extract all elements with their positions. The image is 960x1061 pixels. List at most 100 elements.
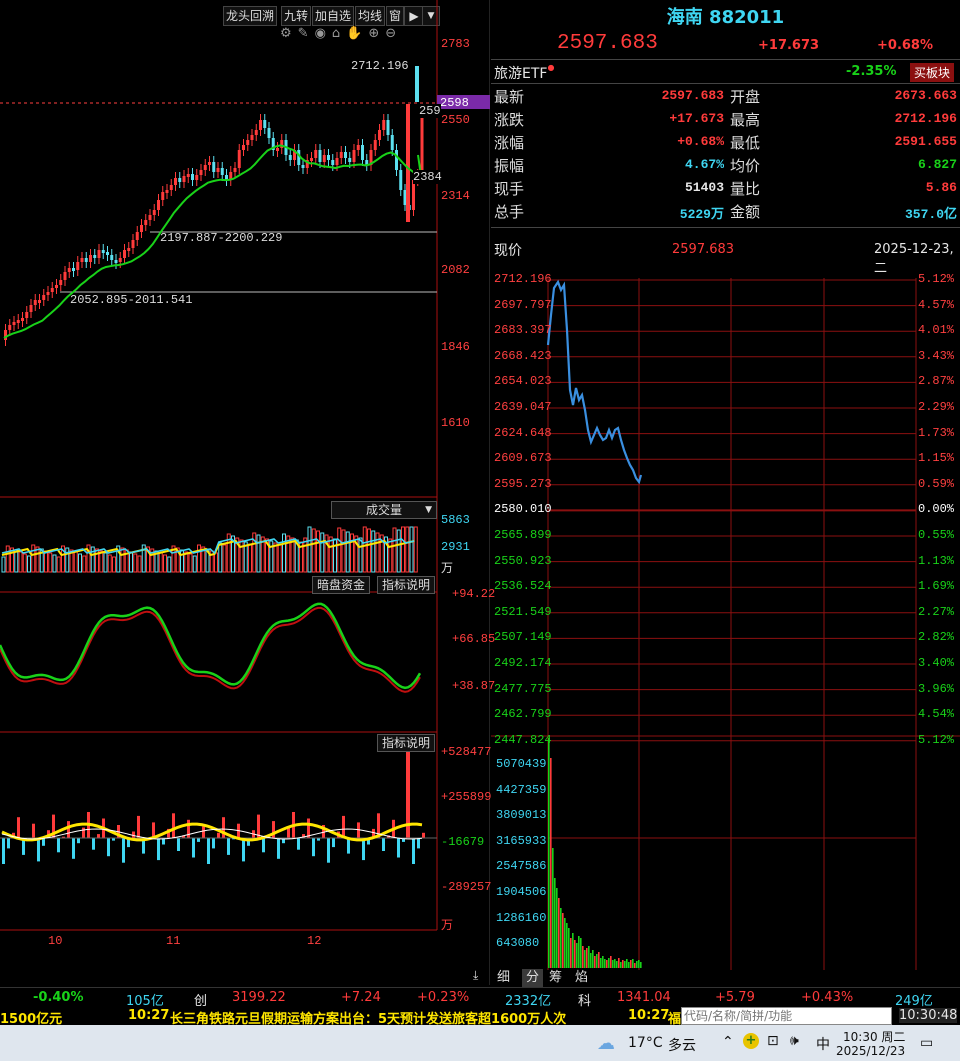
chevron-up-icon[interactable]: ⌃ [722,1034,734,1050]
weather-icon[interactable]: ☁ [597,1033,615,1054]
candle [186,174,190,177]
flow-bar [157,838,160,861]
intraday-volume-label: 4427359 [496,782,547,797]
intraday-volume-bar [570,938,572,968]
flow-label: +528477 [441,745,492,759]
intraday-pct-label: 2.29% [918,400,955,414]
candle [38,300,41,303]
volume-bar [27,555,31,573]
quote-value: 4.67% [684,157,724,172]
volume-bar [392,527,397,573]
index-pct-1: -0.40% [33,990,84,1005]
intraday-pct-label: 5.12% [918,272,955,286]
intraday-volume-bar [574,940,576,968]
weather-text[interactable]: 多云 [668,1035,696,1055]
flow-bar [262,838,265,853]
intraday-volume-bar [590,953,592,968]
dark-fund-button[interactable]: 暗盘资金 [312,576,371,594]
candle [267,128,271,138]
candle [110,255,114,260]
flow-bar [202,826,205,838]
intraday-volume-bar [604,959,606,968]
volume-bar [388,538,393,573]
taskbar-time[interactable]: 10:30 周二 [843,1028,905,1045]
volume-bar [48,552,53,573]
intraday-volume-bar [592,950,594,968]
candle [63,272,67,280]
candle [195,175,199,180]
tab-detail[interactable]: 细 [497,969,510,987]
candle [348,158,352,162]
quote-value: 2597.683 [661,88,724,103]
index-status-bar[interactable]: -0.40% 105亿 创 3199.22 +7.24 +0.23% 2332亿… [0,987,960,1009]
candle [212,162,216,172]
taskbar-date[interactable]: 2025/12/23 [836,1044,905,1058]
candle [406,104,410,222]
intraday-volume-bar [558,898,560,968]
plus-app-icon[interactable]: + [743,1033,759,1049]
price-pct: +0.68% [877,38,933,53]
candle [310,158,313,161]
volume-icon[interactable]: 🕪 [790,1033,799,1049]
etf-label[interactable]: 旅游ETF● [494,63,554,83]
volume-unit: 万 [441,562,454,576]
flow-bar [277,838,280,859]
tab-flame[interactable]: 焰 [575,969,588,987]
volume-bar [282,533,286,573]
candle [395,150,398,170]
quote-value: +0.68% [677,134,724,149]
intraday-volume-label: 1904506 [496,885,547,899]
quote-value: 2591.655 [894,134,957,149]
volume-bar [137,555,142,573]
quote-label: 振幅 [494,157,525,175]
download-icon[interactable]: ⤓ [473,968,478,983]
current-price: 2597.683 [557,32,658,55]
intraday-price-label: 2507.149 [494,630,552,645]
buy-block-button[interactable]: 买板块 [910,63,955,82]
flow-bar [227,838,230,855]
volume-bar [405,526,410,573]
volume-bar [401,526,405,573]
intraday-volume-bar [560,908,562,968]
notification-icon[interactable]: ▭ [920,1035,933,1051]
ime-indicator[interactable]: 中 [816,1034,830,1054]
volume-bar [396,529,401,573]
flow-bar [172,813,175,838]
flow-bar [287,827,290,838]
candle [216,168,220,172]
flow-bar [422,832,425,838]
kline-panel[interactable]: 龙头回溯 九转 加自选 均线 窗 ▶ ▼ ⚙✎◉⌂✋⊕⊖ 2783 2598 2… [0,0,495,985]
intraday-volume-bar [562,913,564,968]
intraday-price-label: 2580.010 [494,502,552,517]
osc-label: +66.85 [452,632,496,646]
volume-bar [333,538,337,573]
intraday-price-label: 2477.775 [494,681,552,696]
stock-name: 海南 882011 [666,7,785,28]
intraday-pct-label: 4.54% [918,707,955,722]
tab-chips[interactable]: 筹 [549,969,562,987]
intraday-volume-bar [606,960,608,968]
quote-value: 2712.196 [894,111,957,126]
quote-value: 357.0亿 [904,207,957,222]
tab-minute[interactable]: 分 [522,969,544,987]
intraday-volume-bar [632,959,634,968]
quote-row: 振幅 4.67% 均价 6.827 [494,155,960,178]
intraday-price-label: 2697.797 [494,297,552,312]
intraday-chart [491,278,960,970]
volume-title-button[interactable]: 成交量 ▼ [331,501,437,519]
search-input[interactable] [681,1007,892,1025]
candle [220,168,224,175]
flow-bar [342,815,345,838]
indicator-help-button[interactable]: 指标说明 [377,576,436,594]
candle [386,120,390,135]
candle [331,160,335,165]
volume-bar [188,553,193,573]
quote-label: 涨跌 [494,111,525,129]
temperature[interactable]: 17°C [628,1035,663,1051]
intraday-volume-bar [626,959,628,968]
news-ticker[interactable]: 1500亿元 10:27 长三角铁路元旦假期运输方案出台：5天预计发送旅客超16… [0,1007,960,1027]
candle [246,140,250,145]
display-icon[interactable]: ⊡ [767,1033,779,1049]
quote-value: 51403 [684,180,724,195]
indicator-help-button-2[interactable]: 指标说明 [377,734,436,752]
